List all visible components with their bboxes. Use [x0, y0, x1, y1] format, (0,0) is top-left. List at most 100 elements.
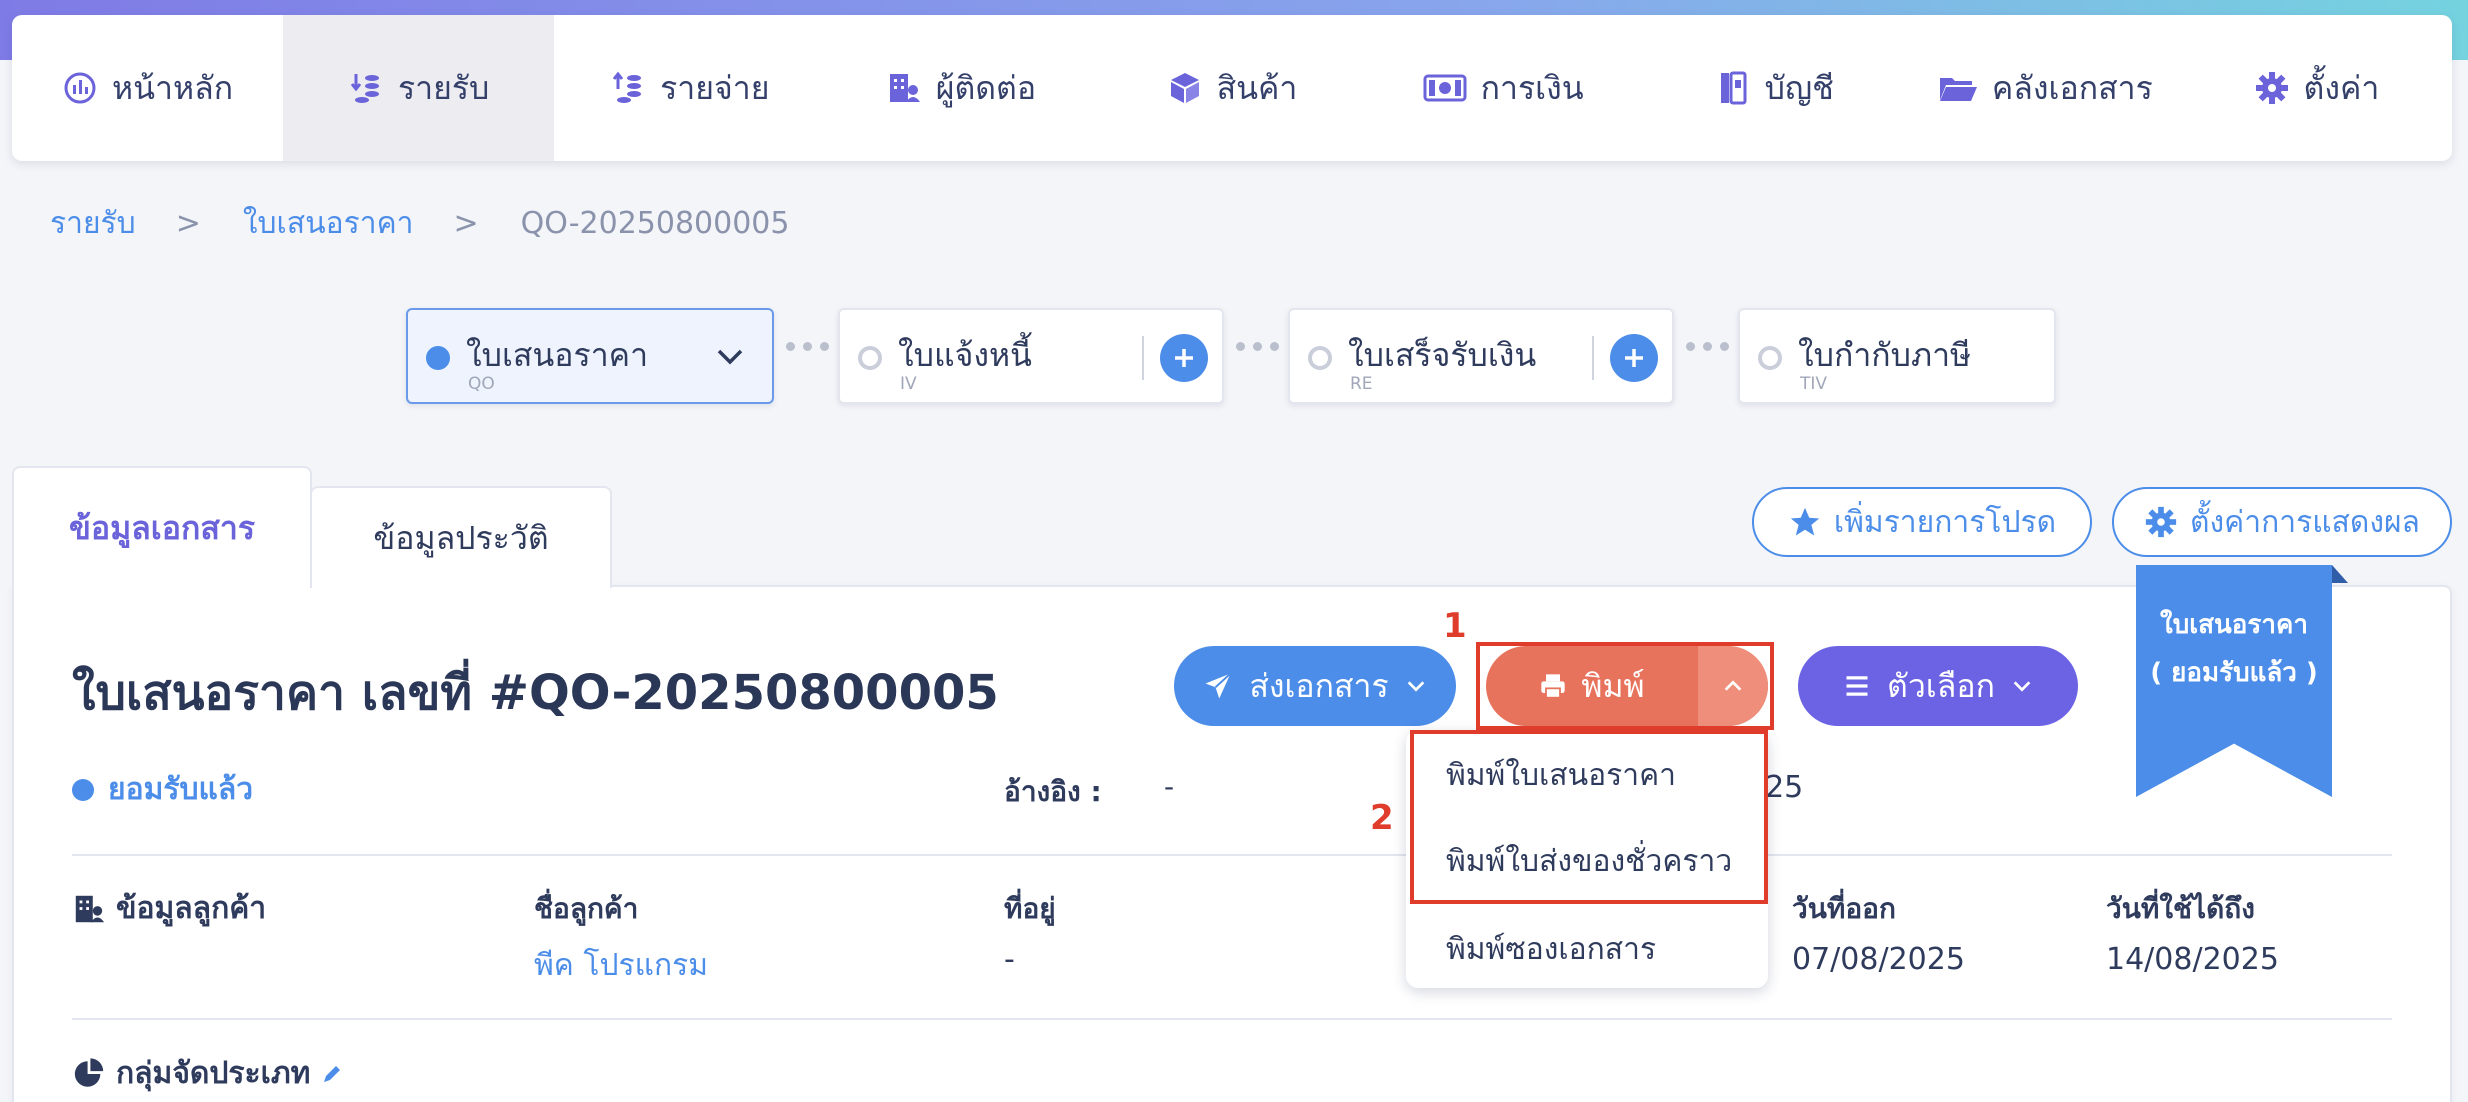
- pencil-icon[interactable]: [320, 1062, 344, 1086]
- chevron-down-icon[interactable]: [714, 340, 746, 372]
- flow-step-code: RE: [1350, 374, 1373, 394]
- plus-icon: [1625, 349, 1643, 367]
- breadcrumb-income[interactable]: รายรับ: [50, 200, 136, 247]
- nav-item-settings[interactable]: ตั้งค่า: [2181, 15, 2452, 161]
- flow-step-title: ใบแจ้งหนี้: [898, 336, 1032, 374]
- flow-divider: [1142, 336, 1144, 380]
- annotation-box-menu: [1410, 730, 1768, 904]
- box-icon: [1170, 73, 1199, 103]
- tab-history[interactable]: ข้อมูลประวัติ: [310, 486, 612, 588]
- button-label: ส่งเอกสาร: [1249, 666, 1389, 705]
- address-value: -: [1004, 942, 1015, 977]
- options-button[interactable]: ตัวเลือก: [1798, 646, 2078, 726]
- money-icon: [1423, 74, 1467, 102]
- breadcrumb-separator: >: [453, 206, 479, 241]
- customer-name-link[interactable]: พีค โปรแกรม: [534, 942, 708, 989]
- nav-item-label: บัญชี: [1764, 68, 1834, 107]
- reference-value: -: [1164, 770, 1175, 803]
- nav-item-label: รายจ่าย: [660, 68, 770, 107]
- chart-icon: [64, 72, 96, 104]
- section-label: กลุ่มจัดประเภท: [116, 1056, 311, 1091]
- expense-icon: [612, 71, 642, 103]
- flow-status-dot: [858, 346, 882, 370]
- add-receipt-button[interactable]: [1610, 334, 1658, 382]
- valid-until-value: 14/08/2025: [2106, 942, 2279, 977]
- nav-item-contacts[interactable]: ผู้ติดต่อ: [825, 15, 1096, 161]
- chevron-down-icon: [1407, 681, 1424, 692]
- flow-step-quotation[interactable]: ใบเสนอราคา QO: [406, 308, 774, 404]
- add-invoice-button[interactable]: [1160, 334, 1208, 382]
- button-label: ตั้งค่าการแสดงผล: [2190, 504, 2420, 540]
- flow-step-title: ใบเสร็จรับเงิน: [1348, 336, 1537, 374]
- annotation-number: 1: [1443, 606, 1467, 646]
- annotation-box-print: [1476, 642, 1774, 730]
- tab-document-info[interactable]: ข้อมูลเอกสาร: [12, 466, 312, 588]
- breadcrumb-quotation[interactable]: ใบเสนอราคา: [243, 200, 414, 247]
- nav-item-income[interactable]: รายรับ: [283, 15, 555, 161]
- gear-icon: [2145, 506, 2177, 538]
- section-label: ข้อมูลลูกค้า: [116, 891, 267, 926]
- flow-connector: [1686, 342, 1729, 351]
- menu-icon: [1846, 676, 1868, 696]
- ledger-icon: [1720, 71, 1747, 105]
- flow-step-code: QO: [468, 374, 495, 394]
- flow-step-tax-invoice[interactable]: ใบกำกับภาษี TIV: [1738, 308, 2056, 404]
- reference-label: อ้างอิง :: [1004, 775, 1102, 808]
- nav-item-documents[interactable]: คลังเอกสาร: [1910, 15, 2181, 161]
- folder-icon: [1939, 78, 1977, 101]
- flow-step-receipt[interactable]: ใบเสร็จรับเงิน RE: [1288, 308, 1674, 404]
- button-label: เพิ่มรายการโปรด: [1833, 504, 2057, 540]
- nav-item-label: ตั้งค่า: [2303, 68, 2380, 107]
- nav-item-label: ผู้ติดต่อ: [935, 68, 1037, 107]
- breadcrumb-current: QO-20250800005: [520, 206, 790, 241]
- nav-item-accounting[interactable]: บัญชี: [1639, 15, 1910, 161]
- issue-date-value: 07/08/2025: [1792, 942, 1965, 977]
- flow-status-dot: [426, 346, 450, 370]
- divider: [72, 854, 2392, 856]
- income-icon: [350, 74, 379, 103]
- tab-label: ข้อมูลประวัติ: [373, 518, 549, 557]
- flow-step-code: TIV: [1800, 374, 1828, 394]
- contacts-icon: [889, 74, 920, 102]
- paper-plane-icon: [1205, 672, 1232, 699]
- nav-item-home[interactable]: หน้าหลัก: [12, 15, 283, 161]
- status-dot: [72, 778, 94, 801]
- status-badge: ยอมรับแล้ว: [72, 766, 253, 813]
- contacts-icon: [75, 895, 105, 922]
- star-icon: [1790, 507, 1820, 536]
- flow-status-dot: [1758, 346, 1782, 370]
- nav-item-label: การเงิน: [1480, 68, 1584, 107]
- customer-name-label: ชื่อลูกค้า: [534, 892, 639, 925]
- pie-chart-icon: [74, 1057, 104, 1087]
- nav-item-label: หน้าหลัก: [112, 68, 234, 107]
- plus-icon: [1175, 349, 1193, 367]
- flow-divider: [1592, 336, 1594, 380]
- issue-date-label: วันที่ออก: [1792, 892, 1896, 925]
- ribbon-doc-type: ใบเสนอราคา: [2160, 610, 2308, 640]
- gear-icon: [2255, 72, 2288, 104]
- button-label: ตัวเลือก: [1887, 666, 1995, 705]
- flow-connector: [1236, 342, 1279, 351]
- status-label: ยอมรับแล้ว: [108, 772, 254, 807]
- ribbon-fold: [2332, 565, 2348, 583]
- annotation-number: 2: [1370, 798, 1394, 838]
- flow-status-dot: [1308, 346, 1332, 370]
- nav-item-expense[interactable]: รายจ่าย: [554, 15, 825, 161]
- add-favorite-button[interactable]: เพิ่มรายการโปรด: [1752, 487, 2092, 557]
- main-nav: หน้าหลัก รายรับ รายจ่าย ผู้ติดต่อ สินค้า…: [12, 15, 2452, 161]
- nav-item-products[interactable]: สินค้า: [1096, 15, 1367, 161]
- print-envelope-item[interactable]: พิมพ์ซองเอกสาร: [1446, 926, 1656, 973]
- flow-step-invoice[interactable]: ใบแจ้งหนี้ IV: [838, 308, 1224, 404]
- send-document-button[interactable]: ส่งเอกสาร: [1174, 646, 1456, 726]
- nav-item-label: รายรับ: [397, 68, 490, 107]
- chevron-down-icon: [2013, 681, 2031, 692]
- display-settings-button[interactable]: ตั้งค่าการแสดงผล: [2112, 487, 2452, 557]
- flow-connector: [786, 342, 829, 351]
- nav-item-finance[interactable]: การเงิน: [1368, 15, 1639, 161]
- breadcrumb-separator: >: [175, 206, 201, 241]
- valid-until-label: วันที่ใช้ได้ถึง: [2106, 892, 2255, 925]
- ribbon-status: ( ยอมรับแล้ว ): [2150, 658, 2318, 688]
- flow-step-code: IV: [900, 374, 917, 394]
- address-label: ที่อยู่: [1004, 892, 1056, 925]
- divider: [72, 1018, 2392, 1020]
